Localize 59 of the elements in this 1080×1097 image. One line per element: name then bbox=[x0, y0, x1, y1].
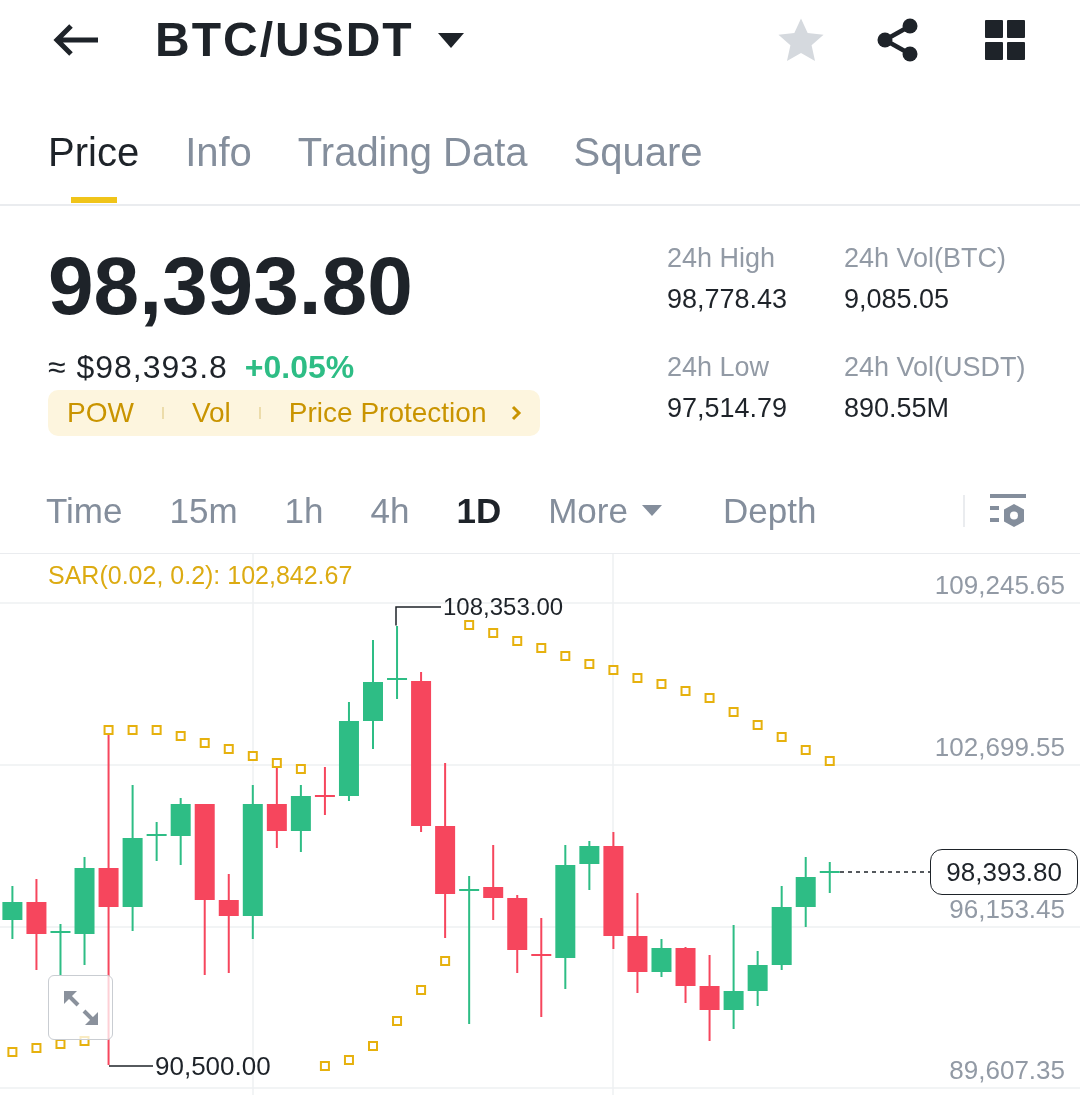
candlestick bbox=[2, 886, 23, 939]
stat-value: 9,085.05 bbox=[844, 283, 951, 316]
share-icon[interactable] bbox=[876, 18, 920, 62]
leader-line bbox=[395, 606, 442, 627]
candlestick bbox=[579, 841, 600, 890]
caret-down-icon bbox=[437, 32, 464, 48]
last-price-tag: 98,393.80 bbox=[930, 849, 1078, 895]
candlestick bbox=[170, 798, 191, 865]
interval-tab[interactable]: 1h bbox=[284, 488, 324, 533]
candlestick bbox=[314, 767, 335, 815]
indicator-label: SAR(0.02, 0.2): 102,842.67 bbox=[48, 560, 353, 590]
stat-label: 24h Low bbox=[667, 351, 771, 384]
caret-down-icon bbox=[641, 505, 662, 516]
low-price-label: 90,500.00 bbox=[155, 1051, 271, 1081]
interval-tab[interactable]: 15m bbox=[169, 488, 238, 533]
candlestick bbox=[146, 822, 167, 861]
candlestick bbox=[747, 951, 768, 1006]
fiat-price: ≈ $98,393.8 bbox=[48, 348, 228, 387]
tag-label: Vol bbox=[191, 396, 231, 430]
tag-label: POW bbox=[67, 396, 134, 430]
interval-tab[interactable]: 4h bbox=[370, 488, 410, 533]
candlestick bbox=[50, 924, 71, 975]
star-icon[interactable] bbox=[778, 18, 824, 62]
candlestick bbox=[795, 857, 816, 927]
high-price-label: 108,353.00 bbox=[443, 595, 564, 619]
candlestick bbox=[651, 939, 672, 977]
grid-icon[interactable] bbox=[985, 20, 1025, 60]
interval-tab[interactable]: More bbox=[548, 488, 662, 533]
price-change: +0.05% bbox=[244, 348, 355, 387]
last-price: 98,393.80 bbox=[48, 241, 413, 331]
stat-label: 24h High bbox=[667, 242, 777, 275]
interval-tab[interactable]: Depth bbox=[722, 488, 817, 533]
stat-label: 24h Vol(BTC) bbox=[844, 242, 1008, 275]
interval-tab[interactable]: 1D bbox=[456, 488, 502, 533]
interval-tab[interactable]: Time bbox=[46, 488, 123, 533]
candlestick bbox=[290, 785, 311, 852]
settings-icon[interactable] bbox=[990, 493, 1026, 528]
tag-label: Price Protection bbox=[288, 396, 487, 430]
stat-value: 98,778.43 bbox=[667, 283, 789, 316]
candlestick bbox=[675, 947, 696, 1003]
stat-value: 890.55M bbox=[844, 392, 951, 425]
arrow-left-icon[interactable] bbox=[52, 23, 98, 57]
chevron-right-icon bbox=[511, 405, 523, 421]
expand-icon bbox=[63, 990, 98, 1025]
expand-button[interactable] bbox=[48, 975, 113, 1040]
axis-label: 109,245.65 bbox=[934, 570, 1065, 600]
tab[interactable]: Square bbox=[573, 128, 703, 203]
stat-label: 24h Vol(USDT) bbox=[844, 351, 1026, 384]
tag-bar[interactable]: POW Vol Price Protection bbox=[48, 390, 541, 436]
axis-label: 96,153.45 bbox=[949, 894, 1065, 924]
candlestick bbox=[819, 862, 840, 893]
tab[interactable]: Trading Data bbox=[297, 128, 528, 203]
axis-label: 102,699.55 bbox=[934, 732, 1065, 762]
stat-value: 97,514.79 bbox=[667, 392, 789, 425]
axis-label: 89,607.35 bbox=[949, 1055, 1065, 1085]
leader-line bbox=[108, 1065, 154, 1067]
pair-selector[interactable]: BTC/USDT bbox=[155, 12, 464, 68]
tab[interactable]: Price bbox=[48, 128, 140, 203]
tab[interactable]: Info bbox=[185, 128, 252, 203]
